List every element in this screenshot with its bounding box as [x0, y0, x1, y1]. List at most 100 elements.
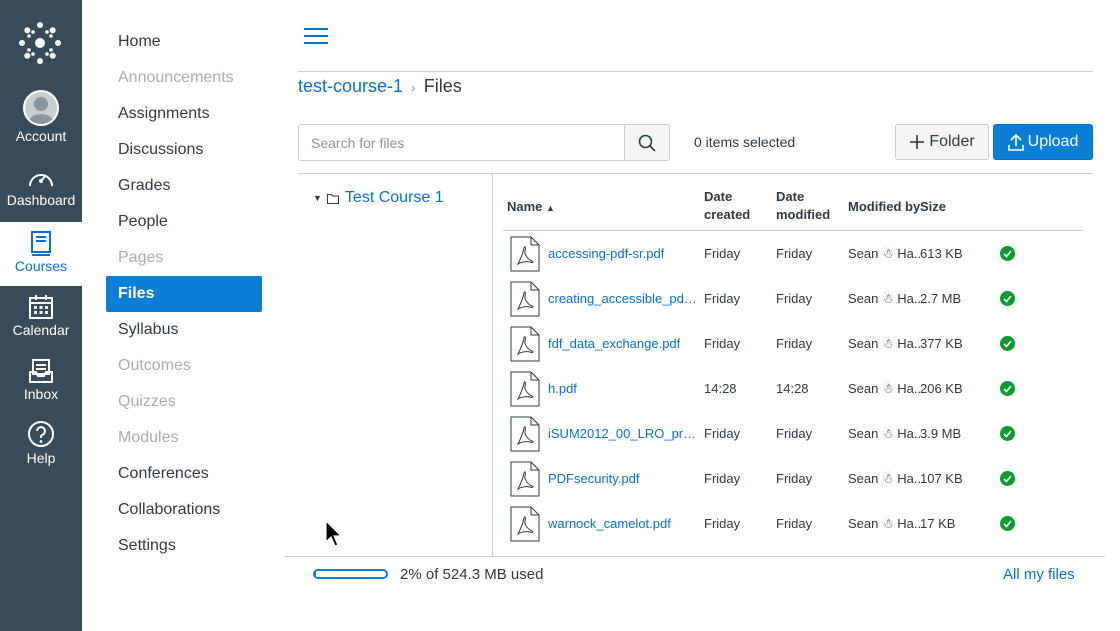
panel-divider-top: [298, 173, 1093, 174]
gnav-inbox[interactable]: Inbox: [0, 358, 82, 422]
table-row[interactable]: PDFsecurity.pdf Friday Friday Sean ☃ Ha... 1…: [503, 456, 1083, 501]
column-header-date-created[interactable]: Date created: [704, 188, 750, 224]
all-my-files-link[interactable]: All my files: [1003, 566, 1075, 583]
modified-by[interactable]: Sean ☃ Ha...: [848, 276, 920, 321]
folder-tree-root[interactable]: ▼ Test Course 1: [313, 189, 444, 207]
caret-down-icon[interactable]: ▼: [313, 193, 322, 203]
file-size: 107 KB: [920, 471, 963, 486]
gnav-dashboard-label: Dashboard: [6, 192, 76, 208]
table-row[interactable]: iSUM2012_00_LRO_pre... Friday Friday Sean ☃…: [503, 411, 1083, 456]
hamburger-menu-icon[interactable]: [304, 28, 328, 46]
date-created: Friday: [704, 426, 741, 441]
published-status-icon[interactable]: [1000, 231, 1015, 276]
course-nav-grades[interactable]: Grades: [106, 168, 262, 204]
gnav-account[interactable]: Account: [0, 90, 82, 154]
date-modified: Friday: [776, 246, 813, 261]
search-input[interactable]: [298, 124, 625, 161]
modified-by[interactable]: Sean ☃ Ha...: [848, 321, 920, 366]
published-status-icon[interactable]: [1000, 411, 1015, 456]
modified-by[interactable]: Sean ☃ Ha...: [848, 411, 920, 456]
upload-button[interactable]: Upload: [993, 124, 1093, 160]
date-modified: 14:28: [776, 381, 809, 396]
column-header-date-modified[interactable]: Date modified: [776, 188, 830, 224]
search-button[interactable]: [624, 124, 670, 161]
course-nav-modules[interactable]: Modules: [106, 420, 262, 456]
date-modified: Friday: [776, 291, 813, 306]
file-size: 17 KB: [920, 516, 956, 531]
avatar: [23, 90, 59, 126]
file-size: 3.9 MB: [920, 426, 962, 441]
add-folder-button[interactable]: Folder: [895, 124, 989, 160]
table-row[interactable]: fdf_data_exchange.pdf Friday Friday Sean ☃ …: [503, 321, 1083, 366]
course-nav-collaborations[interactable]: Collaborations: [106, 492, 262, 528]
modified-by[interactable]: Sean ☃ Ha...: [848, 366, 920, 411]
published-status-icon[interactable]: [1000, 456, 1015, 501]
file-name-link[interactable]: PDFsecurity.pdf: [548, 456, 698, 501]
course-nav-people[interactable]: People: [106, 204, 262, 240]
book-icon: [31, 231, 51, 256]
column-header-size[interactable]: Size: [920, 198, 946, 216]
canvas-logo[interactable]: [17, 20, 63, 66]
table-row[interactable]: h.pdf 14:28 14:28 Sean ☃ Ha... 206 KB: [503, 366, 1083, 411]
gnav-help[interactable]: Help: [0, 420, 82, 484]
date-modified: Friday: [776, 336, 813, 351]
column-header-name[interactable]: Name ▲: [507, 198, 555, 217]
column-header-modified-by[interactable]: Modified by: [848, 198, 920, 216]
modified-by[interactable]: Sean ☃ Ha...: [848, 456, 920, 501]
gnav-courses[interactable]: Courses: [0, 222, 82, 286]
pdf-file-icon: [510, 366, 540, 411]
date-created: Friday: [704, 471, 741, 486]
gnav-calendar[interactable]: Calendar: [0, 294, 82, 358]
published-status-icon[interactable]: [1000, 276, 1015, 321]
pdf-file-icon: [510, 276, 540, 321]
file-name-link[interactable]: creating_accessible_pdfs...: [548, 276, 698, 321]
selected-count: 0 items selected: [694, 134, 796, 150]
gnav-courses-label: Courses: [14, 258, 68, 274]
file-size: 2.7 MB: [920, 291, 962, 306]
table-row[interactable]: accessing-pdf-sr.pdf Friday Friday Sean ☃ H…: [503, 231, 1083, 276]
gnav-dashboard[interactable]: Dashboard: [0, 166, 82, 230]
published-status-icon[interactable]: [1000, 366, 1015, 411]
file-name-link[interactable]: warnock_camelot.pdf: [548, 501, 698, 546]
storage-quota-bar: [313, 569, 388, 579]
gnav-inbox-label: Inbox: [23, 386, 59, 402]
published-status-icon[interactable]: [1000, 501, 1015, 546]
modified-by[interactable]: Sean ☃ Ha...: [848, 231, 920, 276]
modified-by[interactable]: Sean ☃ Ha...: [848, 501, 920, 546]
table-row[interactable]: warnock_camelot.pdf Friday Friday Sean ☃ Ha…: [503, 501, 1083, 546]
search-icon: [638, 134, 656, 152]
tree-divider: [492, 173, 493, 556]
course-nav-conferences[interactable]: Conferences: [106, 456, 262, 492]
pdf-file-icon: [510, 411, 540, 456]
breadcrumb-current: Files: [423, 76, 462, 96]
course-nav-syllabus[interactable]: Syllabus: [106, 312, 262, 348]
course-nav-home[interactable]: Home: [106, 24, 262, 60]
course-nav-announcements[interactable]: Announcements: [106, 60, 262, 96]
course-nav-files[interactable]: Files: [106, 276, 262, 312]
course-nav-outcomes[interactable]: Outcomes: [106, 348, 262, 384]
course-nav-assignments[interactable]: Assignments: [106, 96, 262, 132]
folder-icon: [326, 193, 339, 204]
table-row[interactable]: creating_accessible_pdfs... Friday Friday S…: [503, 276, 1083, 321]
published-status-icon[interactable]: [1000, 321, 1015, 366]
course-nav-discussions[interactable]: Discussions: [106, 132, 262, 168]
panel-divider-bottom: [285, 556, 1105, 557]
course-nav-settings[interactable]: Settings: [106, 528, 262, 564]
file-name-link[interactable]: iSUM2012_00_LRO_pre...: [548, 411, 698, 456]
file-name-link[interactable]: accessing-pdf-sr.pdf: [548, 231, 698, 276]
course-nav-pages[interactable]: Pages: [106, 240, 262, 276]
storage-quota-text: 2% of 524.3 MB used: [400, 566, 544, 583]
upload-label: Upload: [1027, 133, 1079, 150]
file-name-link[interactable]: fdf_data_exchange.pdf: [548, 321, 698, 366]
breadcrumb: test-course-1 › Files: [298, 76, 462, 97]
global-nav: Account Dashboard Courses Calendar Inbox…: [0, 0, 82, 631]
breadcrumb-course-link[interactable]: test-course-1: [298, 76, 403, 96]
file-size: 377 KB: [920, 336, 963, 351]
date-created: Friday: [704, 516, 741, 531]
date-created: Friday: [704, 291, 741, 306]
course-nav-quizzes[interactable]: Quizzes: [106, 384, 262, 420]
plus-icon: [910, 135, 925, 149]
breadcrumb-separator: ›: [411, 79, 416, 95]
gnav-help-label: Help: [26, 450, 56, 466]
file-name-link[interactable]: h.pdf: [548, 366, 698, 411]
